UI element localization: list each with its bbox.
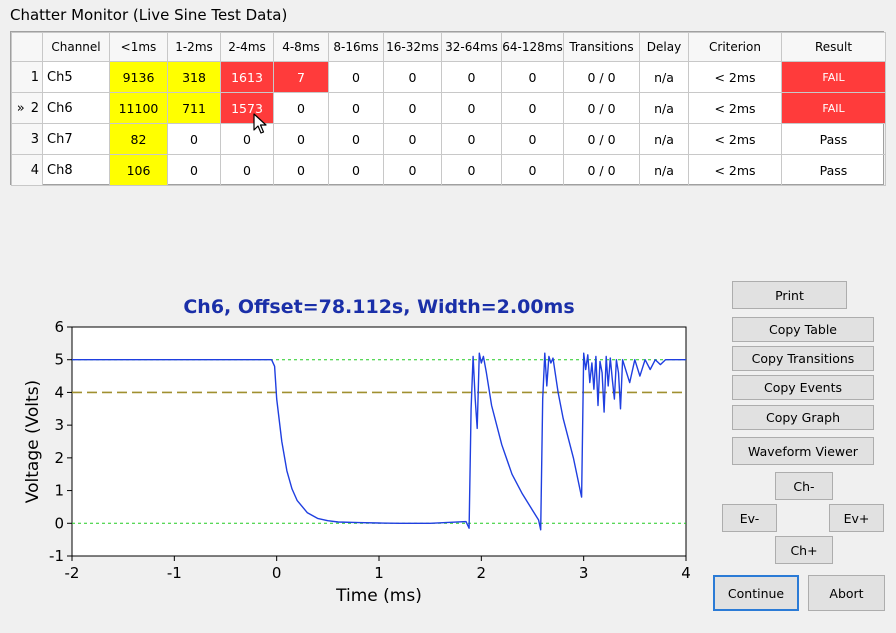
x-axis-label: Time (ms): [335, 586, 422, 606]
y-tick-label: 1: [54, 482, 64, 500]
event-previous-button[interactable]: Ev-: [722, 504, 777, 532]
y-tick-label: 0: [54, 514, 64, 532]
x-tick-label: 1: [374, 564, 384, 582]
x-tick-label: 0: [272, 564, 282, 582]
abort-button[interactable]: Abort: [808, 575, 885, 611]
waveform-chart: -2 -1 0 1 2 3 4-10123456Time (ms)Voltage (Volt…: [23, 318, 691, 606]
y-tick-label: 2: [54, 449, 64, 467]
copy-transitions-button[interactable]: Copy Transitions: [732, 346, 874, 371]
result-cell[interactable]: Pass: [781, 154, 886, 186]
x-tick-label: 3: [579, 564, 589, 582]
channel-previous-button[interactable]: Ch-: [775, 472, 833, 500]
x-tick-label: -1: [167, 564, 182, 582]
continue-button[interactable]: Continue: [713, 575, 799, 611]
y-tick-label: 3: [54, 416, 64, 434]
y-tick-label: 5: [54, 351, 64, 369]
y-tick-label: 4: [54, 383, 64, 401]
x-tick-label: 4: [681, 564, 691, 582]
result-cell[interactable]: FAIL: [781, 61, 886, 93]
channel-next-button[interactable]: Ch+: [775, 536, 833, 564]
result-cell[interactable]: Pass: [781, 123, 886, 155]
column-header-result[interactable]: Result: [781, 32, 886, 62]
copy-graph-button[interactable]: Copy Graph: [732, 405, 874, 430]
plot-area: [71, 326, 687, 557]
result-cell[interactable]: FAIL: [781, 92, 886, 124]
waveform-viewer-button[interactable]: Waveform Viewer: [732, 437, 874, 465]
copy-events-button[interactable]: Copy Events: [732, 375, 874, 400]
event-next-button[interactable]: Ev+: [829, 504, 884, 532]
y-axis-label: Voltage (Volts): [23, 380, 43, 503]
print-button[interactable]: Print: [732, 281, 847, 309]
copy-table-button[interactable]: Copy Table: [732, 317, 874, 342]
x-tick-label: 2: [477, 564, 487, 582]
x-tick-label: -2: [65, 564, 80, 582]
y-tick-label: -1: [49, 547, 64, 565]
y-tick-label: 6: [54, 318, 64, 336]
